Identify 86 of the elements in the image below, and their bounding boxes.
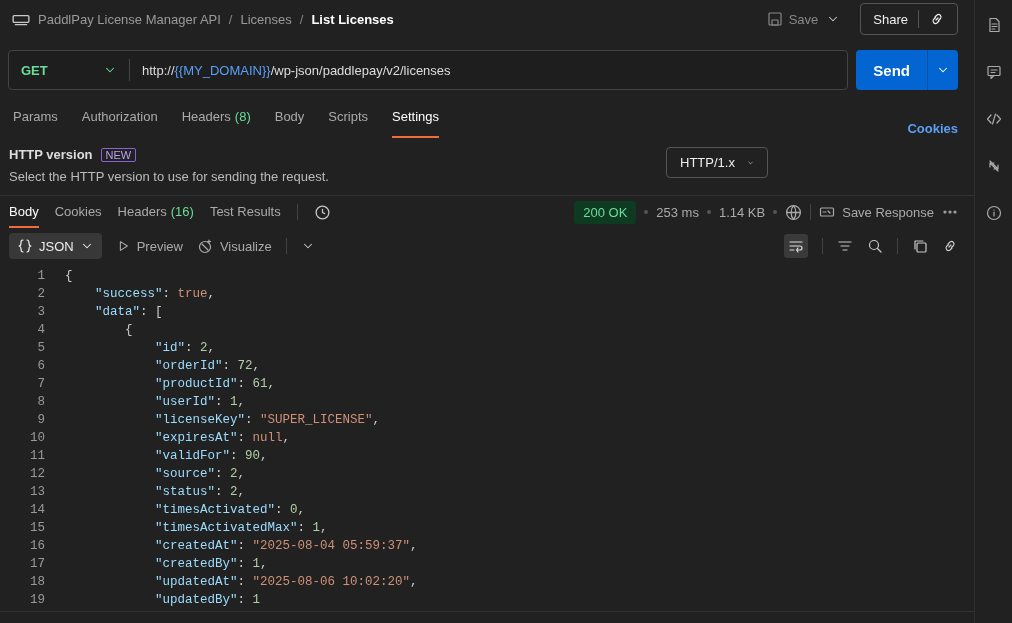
link-icon[interactable] xyxy=(929,11,945,27)
line-number: 12 xyxy=(29,466,46,483)
separator-dot xyxy=(773,210,778,214)
format-select[interactable]: JSON xyxy=(9,233,102,259)
history-icon[interactable] xyxy=(313,203,331,221)
code-line: "success": true, xyxy=(94,286,216,303)
save-response-icon[interactable] xyxy=(819,204,836,220)
save-icon[interactable] xyxy=(766,11,783,27)
line-number: 6 xyxy=(36,358,46,375)
line-number: 11 xyxy=(29,448,46,465)
response-tab[interactable]: Test Results xyxy=(209,196,281,228)
code-line: "createdAt": "2025-08-04 05:59:37", xyxy=(154,538,418,555)
comment-icon[interactable] xyxy=(985,64,1002,80)
response-tab[interactable]: Headers (16) xyxy=(117,196,194,228)
new-badge: NEW xyxy=(100,147,137,162)
request-tab[interactable]: Body xyxy=(274,94,305,138)
line-number: 2 xyxy=(36,286,46,303)
line-number: 13 xyxy=(29,484,46,501)
code-icon[interactable] xyxy=(985,111,1002,127)
breadcrumb-link[interactable]: PaddlPay License Manager API xyxy=(38,11,221,27)
breadcrumb-link[interactable]: Licenses xyxy=(240,11,292,27)
method-select[interactable]: GET xyxy=(9,59,130,81)
code-line: "timesActivatedMax": 1, xyxy=(154,520,328,537)
request-title: List Licenses xyxy=(311,11,394,27)
response-time: 253 ms xyxy=(656,204,699,220)
response-size: 1.14 KB xyxy=(718,204,766,220)
line-number: 19 xyxy=(29,592,46,609)
line-number: 10 xyxy=(29,430,46,447)
separator-dot xyxy=(644,210,649,214)
code-line: { xyxy=(65,268,73,285)
status-badge: 200 OK xyxy=(574,200,637,224)
line-number: 9 xyxy=(36,412,46,429)
code-line: "licenseKey": "SUPER_LICENSE", xyxy=(154,412,381,429)
code-line: "id": 2, xyxy=(154,340,216,357)
search-icon[interactable] xyxy=(867,238,883,254)
line-number: 14 xyxy=(29,502,46,519)
braces-icon[interactable] xyxy=(17,238,33,254)
filter-icon[interactable] xyxy=(837,238,853,254)
request-tab[interactable]: Scripts xyxy=(328,94,369,138)
line-number: 4 xyxy=(36,322,46,339)
send-button[interactable]: Send xyxy=(856,50,958,90)
info-icon[interactable] xyxy=(985,205,1002,221)
share-button[interactable]: Share xyxy=(860,3,958,35)
setting-title: HTTP version xyxy=(9,147,93,162)
url-field[interactable]: GET http://{{MY_DOMAIN}}/wp-json/paddlepay/v2/licenses xyxy=(8,50,849,90)
code-line: "status": 2, xyxy=(154,484,246,501)
code-line: "source": 2, xyxy=(154,466,246,483)
code-line: "createdBy": 1, xyxy=(154,556,268,573)
line-number: 17 xyxy=(29,556,46,573)
code-line: "userId": 1, xyxy=(154,394,246,411)
code-line: "productId": 61, xyxy=(154,376,276,393)
response-tab[interactable]: Cookies xyxy=(54,196,102,228)
separator-dot xyxy=(706,210,711,214)
breadcrumb-separator: / xyxy=(228,11,233,27)
line-number: 8 xyxy=(36,394,46,411)
line-number: 18 xyxy=(29,574,46,591)
code-line: "updatedBy": 1 xyxy=(154,592,261,609)
line-number: 16 xyxy=(29,538,46,555)
code-line: "timesActivated": 0, xyxy=(154,502,306,519)
save-button[interactable]: Save xyxy=(766,11,819,27)
setting-description: Select the HTTP version to use for sending the request. xyxy=(9,169,330,184)
code-line: "orderId": 72, xyxy=(154,358,261,375)
line-number: 15 xyxy=(29,520,46,537)
code-line: "expiresAt": null, xyxy=(154,430,291,447)
request-tab[interactable]: Settings xyxy=(392,94,440,138)
visualize-button[interactable]: Visualize xyxy=(196,238,272,254)
link-icon[interactable] xyxy=(942,238,958,254)
line-number: 7 xyxy=(36,376,46,393)
line-number: 1 xyxy=(36,268,46,285)
copy-icon[interactable] xyxy=(912,238,928,254)
code-line: "validFor": 90, xyxy=(154,448,268,465)
request-tab[interactable]: Params xyxy=(13,94,58,138)
request-tab[interactable]: Authorization xyxy=(81,94,158,138)
request-tab[interactable]: Headers (8) xyxy=(181,94,251,138)
response-tab[interactable]: Body xyxy=(9,196,39,228)
line-number: 5 xyxy=(36,340,46,357)
cookies-link[interactable]: Cookies xyxy=(907,121,958,138)
save-response-button[interactable]: Save Response xyxy=(819,204,934,220)
breadcrumb-separator: / xyxy=(299,11,304,27)
preview-button[interactable]: Preview xyxy=(115,238,183,254)
code-line: "updatedAt": "2025-08-06 10:02:20", xyxy=(154,574,418,591)
code-line: { xyxy=(124,322,133,339)
line-number: 3 xyxy=(36,304,46,321)
code-line: "data": [ xyxy=(94,304,163,321)
globe-icon[interactable] xyxy=(785,203,803,221)
http-version-select[interactable]: HTTP/1.x xyxy=(666,147,768,178)
